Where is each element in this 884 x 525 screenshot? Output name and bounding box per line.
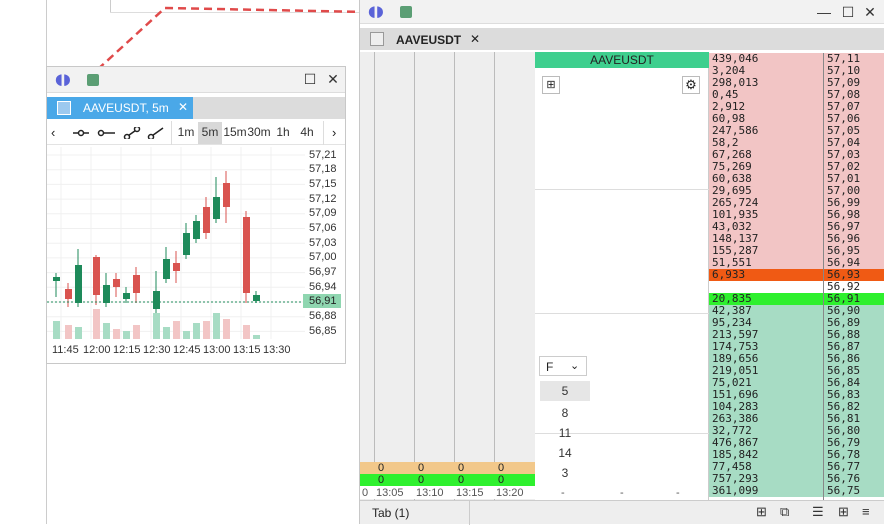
candle-body [213,197,220,219]
volume-bar [163,327,170,339]
candlestick-chart[interactable] [47,147,305,339]
chart-toolbar: ‹ 1m 5m 15m 30m 1h 4h › [47,121,345,145]
symbol-icon [57,101,71,115]
scroll-left-icon[interactable]: ‹ [51,125,55,140]
bottom-bar: Tab (1) [360,500,884,525]
order-volume: 6,933 [712,268,746,281]
volume-bar [75,327,82,339]
candle-body [113,279,120,287]
volume-bar [133,325,140,339]
chart-titlebar[interactable]: ◖◗ ☐ ✕ [47,67,345,93]
timeframe-4h[interactable]: 4h [297,125,317,139]
chart-window: ◖◗ ☐ ✕ AAVEUSDT, 5m ✕ ‹ 1m 5m 15m 30m 1h… [46,66,346,364]
sort-icon[interactable]: ≡ [862,504,870,519]
candle-body [223,183,230,207]
candle-body [183,233,190,255]
link-group-icon[interactable] [87,74,99,86]
drawing-tools [73,127,164,139]
price-label: 56,94 [309,281,337,293]
volume-bar [153,313,160,339]
volume-bar [123,331,130,339]
time-label: 11:45 [52,344,79,356]
price-ladder[interactable]: 439,046 57,11 3,204 57,10 298,013 57,09 0,45 57… [360,0,884,500]
order-price: 56,75 [827,484,861,497]
time-label: 12:15 [113,344,141,356]
chart-tabstrip: AAVEUSDT, 5m ✕ [47,97,345,119]
orderbook-window: ◖◗ — ☐ ✕ AAVEUSDT ✕ 0 0 0 0 0 0 0 0 0 13… [359,0,884,525]
timeframe-1h[interactable]: 1h [273,125,293,139]
tab-aaveusdt-5m[interactable]: AAVEUSDT, 5m ✕ [47,97,193,119]
add-window-icon[interactable]: ⊞ [756,504,767,520]
time-label: 12:45 [173,344,201,356]
volume-bar [203,321,210,339]
price-label: 57,21 [309,149,337,161]
volume-bar [93,309,100,339]
price-label: 57,09 [309,207,337,219]
price-label: 56,88 [309,310,337,322]
volume-bar [113,329,120,339]
volume-bar [243,325,250,339]
tab-label: AAVEUSDT, 5m [83,101,169,115]
candle-body [93,257,100,295]
time-label: 13:15 [233,344,261,356]
add-tab-icon[interactable]: ⧉ [780,504,789,520]
candle-body [103,285,110,303]
candle-body [65,289,72,299]
volume-bar [65,325,72,339]
indicator-icon[interactable]: ⊞ [838,504,849,520]
price-label: 57,12 [309,193,337,205]
time-label: 13:30 [263,344,291,356]
timeframe-1m[interactable]: 1m [176,125,196,139]
maximize-icon[interactable]: ☐ [302,72,318,86]
time-label: 13:00 [203,344,231,356]
price-label: 56,97 [309,266,337,278]
volume-bar [53,321,60,339]
candle-body [53,277,60,281]
price-column-divider [823,53,824,500]
candle-body [133,275,140,293]
candle-body [243,217,250,293]
candle-body [123,293,130,299]
price-label: 57,06 [309,222,337,234]
candle-body [163,259,170,279]
candle-body [75,265,82,303]
tab-close-icon[interactable]: ✕ [178,100,188,114]
orderbook-row[interactable]: 361,099 56,75 [709,485,884,497]
price-label: 57,18 [309,163,337,175]
price-label: 57,15 [309,178,337,190]
list-icon[interactable]: ☰ [812,504,824,520]
timeframe-30m[interactable]: 30m [247,125,271,139]
close-window-icon[interactable]: ✕ [325,72,341,86]
volume-bar [183,331,190,339]
timeframe-15m[interactable]: 15m [223,125,247,139]
price-label: 56,85 [309,325,337,337]
volume-bar [193,323,200,339]
current-price-badge: 56,91 [303,294,341,308]
app-logo-icon: ◖◗ [55,70,71,88]
bottom-tab[interactable]: Tab (1) [364,501,470,525]
candle-body [173,263,180,271]
price-label: 57,00 [309,251,337,263]
timeframe-5m[interactable]: 5m [198,122,222,144]
candle-body [153,291,160,309]
candle-body [203,207,210,233]
candle-body [253,295,260,301]
candle-body [193,221,200,239]
time-label: 12:30 [143,344,171,356]
volume-bar [253,335,260,339]
scroll-right-icon[interactable]: › [332,125,336,140]
time-label: 12:00 [83,344,111,356]
order-volume: 361,099 [712,484,759,497]
volume-bar [213,313,220,339]
volume-bar [223,319,230,339]
volume-bar [173,321,180,339]
price-label: 57,03 [309,237,337,249]
volume-bar [103,323,110,339]
